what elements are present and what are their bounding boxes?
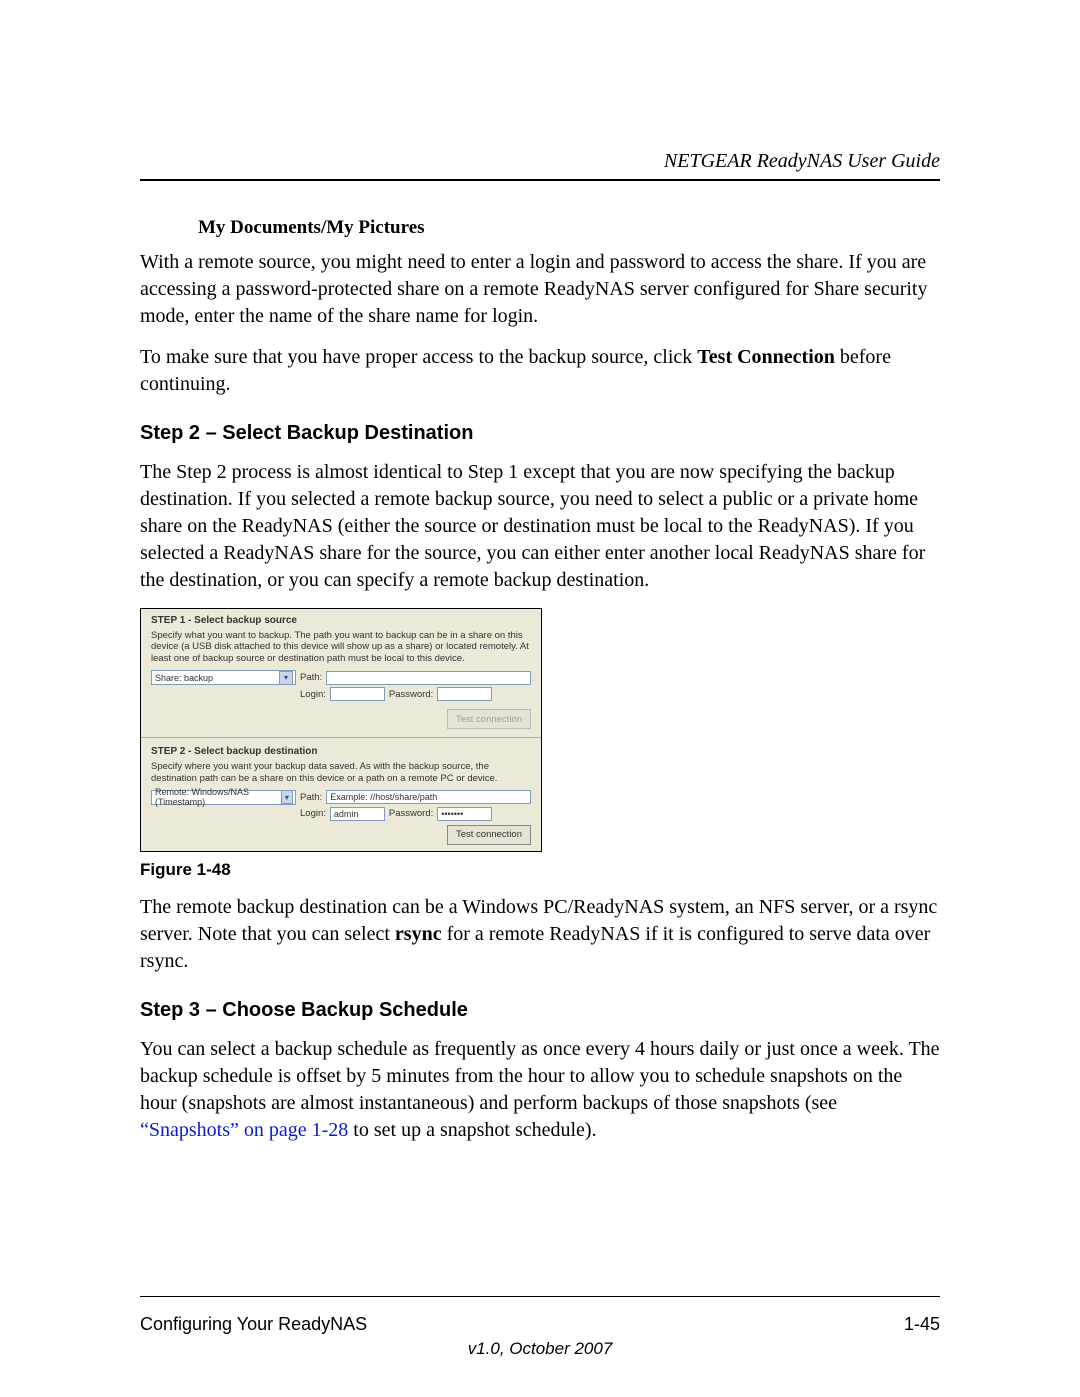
select-value: Remote: Windows/NAS (Timestamp) — [155, 787, 281, 807]
figure-caption: Figure 1-48 — [140, 860, 940, 880]
password-label: Password: — [389, 689, 433, 700]
test-connection-button[interactable]: Test connection — [447, 709, 531, 729]
fig-step2-title: STEP 2 - Select backup destination — [151, 746, 531, 757]
page-number: 1-45 — [904, 1314, 940, 1335]
link-snapshots[interactable]: “Snapshots” on page 1-28 — [140, 1119, 348, 1141]
path-label: Path: — [300, 672, 322, 683]
fig-step1-desc: Specify what you want to backup. The pat… — [151, 630, 531, 664]
fig-divider — [141, 737, 541, 738]
bold-rsync: rsync — [395, 923, 442, 945]
chevron-down-icon: ▾ — [281, 790, 293, 804]
login-input[interactable]: admin — [330, 807, 385, 821]
path-input[interactable] — [326, 671, 531, 685]
chevron-down-icon: ▾ — [279, 671, 293, 685]
paragraph: With a remote source, you might need to … — [140, 249, 940, 330]
backup-source-select[interactable]: Share: backup ▾ — [151, 670, 296, 685]
paragraph: The remote backup destination can be a W… — [140, 894, 940, 975]
path-label: Path: — [300, 792, 322, 803]
heading-step-2: Step 2 – Select Backup Destination — [140, 422, 940, 445]
text: To make sure that you have proper access… — [140, 346, 697, 368]
paragraph: The Step 2 process is almost identical t… — [140, 459, 940, 594]
fig-step1-title: STEP 1 - Select backup source — [151, 615, 531, 626]
paragraph: To make sure that you have proper access… — [140, 344, 940, 398]
fig-step2-desc: Specify where you want your backup data … — [151, 761, 531, 784]
login-label: Login: — [300, 689, 326, 700]
password-input[interactable]: ••••••• — [437, 807, 492, 821]
doc-header-title: NETGEAR ReadyNAS User Guide — [140, 150, 940, 173]
path-input[interactable]: Example: //host/share/path — [326, 790, 531, 804]
header-divider — [140, 179, 940, 181]
heading-step-3: Step 3 – Choose Backup Schedule — [140, 999, 940, 1022]
paragraph: You can select a backup schedule as freq… — [140, 1036, 940, 1144]
figure-screenshot: STEP 1 - Select backup source Specify wh… — [140, 608, 542, 852]
footer-left: Configuring Your ReadyNAS — [140, 1314, 367, 1335]
bold-test-connection: Test Connection — [697, 346, 835, 368]
test-connection-button[interactable]: Test connection — [447, 825, 531, 845]
footer-divider — [140, 1296, 940, 1297]
text: to set up a snapshot schedule). — [348, 1119, 596, 1141]
password-label: Password: — [389, 808, 433, 819]
login-label: Login: — [300, 808, 326, 819]
backup-dest-select[interactable]: Remote: Windows/NAS (Timestamp) ▾ — [151, 790, 296, 805]
text: You can select a backup schedule as freq… — [140, 1038, 940, 1114]
password-input[interactable] — [437, 687, 492, 701]
login-input[interactable] — [330, 687, 385, 701]
footer-version: v1.0, October 2007 — [0, 1339, 1080, 1359]
select-value: Share: backup — [155, 673, 213, 683]
subheading-my-documents: My Documents/My Pictures — [198, 217, 940, 239]
